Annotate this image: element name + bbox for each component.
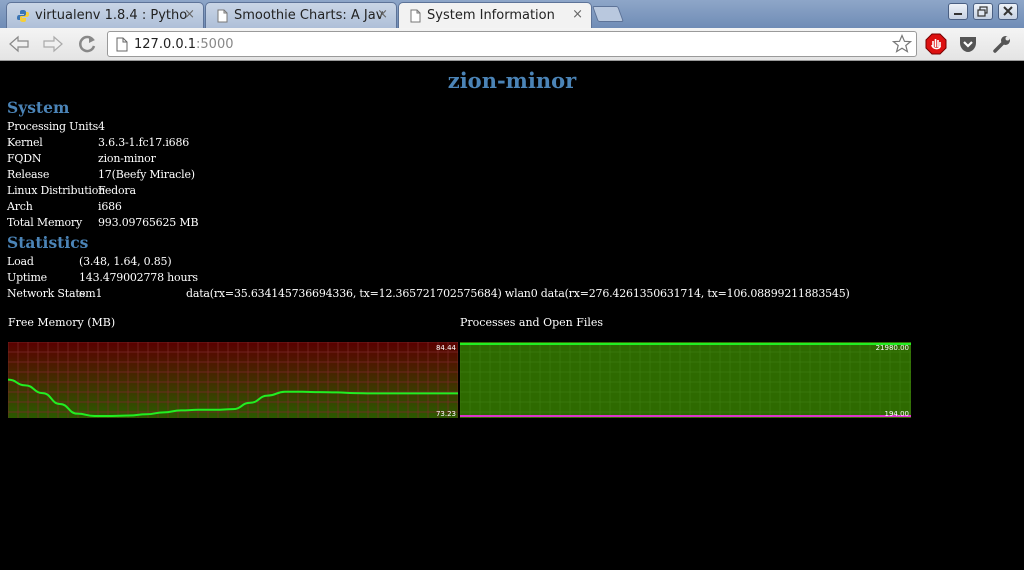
info-label: Network Stats bbox=[7, 287, 85, 300]
info-label: Processing Units bbox=[7, 120, 99, 133]
y-min-label: 194.00 bbox=[885, 410, 910, 418]
info-label: Kernel bbox=[7, 136, 43, 149]
info-value: (3.48, 1.64, 0.85) bbox=[79, 255, 172, 268]
pocket-icon[interactable] bbox=[957, 33, 979, 55]
tab-virtualenv[interactable]: virtualenv 1.8.4 : Pytho × bbox=[6, 2, 204, 28]
y-max-label: 21980.00 bbox=[876, 344, 909, 352]
network-stats-detail: data(rx=35.634145736694336, tx=12.365721… bbox=[186, 287, 850, 300]
back-icon[interactable] bbox=[6, 32, 32, 56]
info-value: 993.09765625 MB bbox=[98, 216, 199, 229]
chart-background bbox=[460, 342, 911, 418]
restore-icon bbox=[977, 6, 988, 17]
close-icon[interactable]: × bbox=[184, 7, 195, 22]
stop-extension-icon[interactable] bbox=[925, 33, 947, 55]
close-icon bbox=[1003, 6, 1013, 16]
info-label: Uptime bbox=[7, 271, 47, 284]
address-bar[interactable]: 127.0.0.1:5000 bbox=[107, 31, 917, 57]
new-tab-button[interactable] bbox=[592, 6, 624, 22]
processes-chart: 21980.00 194.00 bbox=[460, 342, 911, 418]
info-row-network-stats: Network Stats em1 data(rx=35.63414573669… bbox=[7, 287, 1017, 303]
tab-label: virtualenv 1.8.4 : Pytho bbox=[35, 8, 188, 23]
info-label: Release bbox=[7, 168, 50, 181]
tab-label: System Information bbox=[427, 8, 555, 23]
page-icon bbox=[116, 37, 128, 52]
forward-icon[interactable] bbox=[40, 32, 66, 56]
tab-system-information[interactable]: System Information × bbox=[398, 2, 592, 28]
url-host: 127.0.0.1 bbox=[134, 37, 197, 52]
python-icon bbox=[17, 10, 29, 22]
info-value: em1 bbox=[79, 287, 103, 300]
close-icon[interactable]: × bbox=[377, 7, 388, 22]
wrench-icon[interactable] bbox=[991, 33, 1013, 55]
processes-chart-title: Processes and Open Files bbox=[460, 316, 604, 329]
info-label: Arch bbox=[7, 200, 33, 213]
info-value: 17(Beefy Miracle) bbox=[98, 168, 195, 181]
free-memory-chart-title: Free Memory (MB) bbox=[8, 316, 116, 329]
page-icon bbox=[217, 9, 228, 23]
info-value: zion-minor bbox=[98, 152, 156, 165]
info-label: Total Memory bbox=[7, 216, 82, 229]
reload-icon[interactable] bbox=[74, 32, 100, 56]
page-content: zion-minor System Processing Units 4 Ker… bbox=[0, 62, 1024, 570]
info-value: 143.479002778 hours bbox=[79, 271, 198, 284]
page-icon bbox=[410, 9, 421, 23]
info-value: 3.6.3-1.fc17.i686 bbox=[98, 136, 190, 149]
statistics-heading: Statistics bbox=[7, 233, 89, 252]
y-max-label: 84.44 bbox=[436, 344, 457, 352]
info-label: Linux Distribution bbox=[7, 184, 106, 197]
close-icon[interactable]: × bbox=[572, 7, 583, 22]
bookmark-star-icon[interactable] bbox=[892, 34, 912, 54]
url-text: 127.0.0.1:5000 bbox=[134, 37, 234, 52]
info-value: 4 bbox=[98, 120, 105, 133]
url-port: :5000 bbox=[196, 37, 234, 52]
free-memory-chart: 84.44 73.23 bbox=[8, 342, 458, 418]
minimize-icon bbox=[954, 13, 962, 15]
browser-titlebar: virtualenv 1.8.4 : Pytho × Smoothie Char… bbox=[0, 0, 1024, 28]
tab-label: Smoothie Charts: A Jav bbox=[234, 8, 384, 23]
info-value: Fedora bbox=[98, 184, 136, 197]
y-min-label: 73.23 bbox=[436, 410, 456, 418]
system-heading: System bbox=[7, 98, 70, 117]
chart-background bbox=[8, 342, 458, 418]
info-value: i686 bbox=[98, 200, 122, 213]
tab-smoothie-charts[interactable]: Smoothie Charts: A Jav × bbox=[205, 2, 397, 28]
close-window-button[interactable] bbox=[998, 3, 1018, 20]
page-title: zion-minor bbox=[447, 68, 577, 93]
info-label: FQDN bbox=[7, 152, 42, 165]
info-label: Load bbox=[7, 255, 34, 268]
minimize-button[interactable] bbox=[948, 3, 968, 20]
browser-toolbar: 127.0.0.1:5000 bbox=[0, 28, 1024, 61]
restore-button[interactable] bbox=[973, 3, 993, 20]
